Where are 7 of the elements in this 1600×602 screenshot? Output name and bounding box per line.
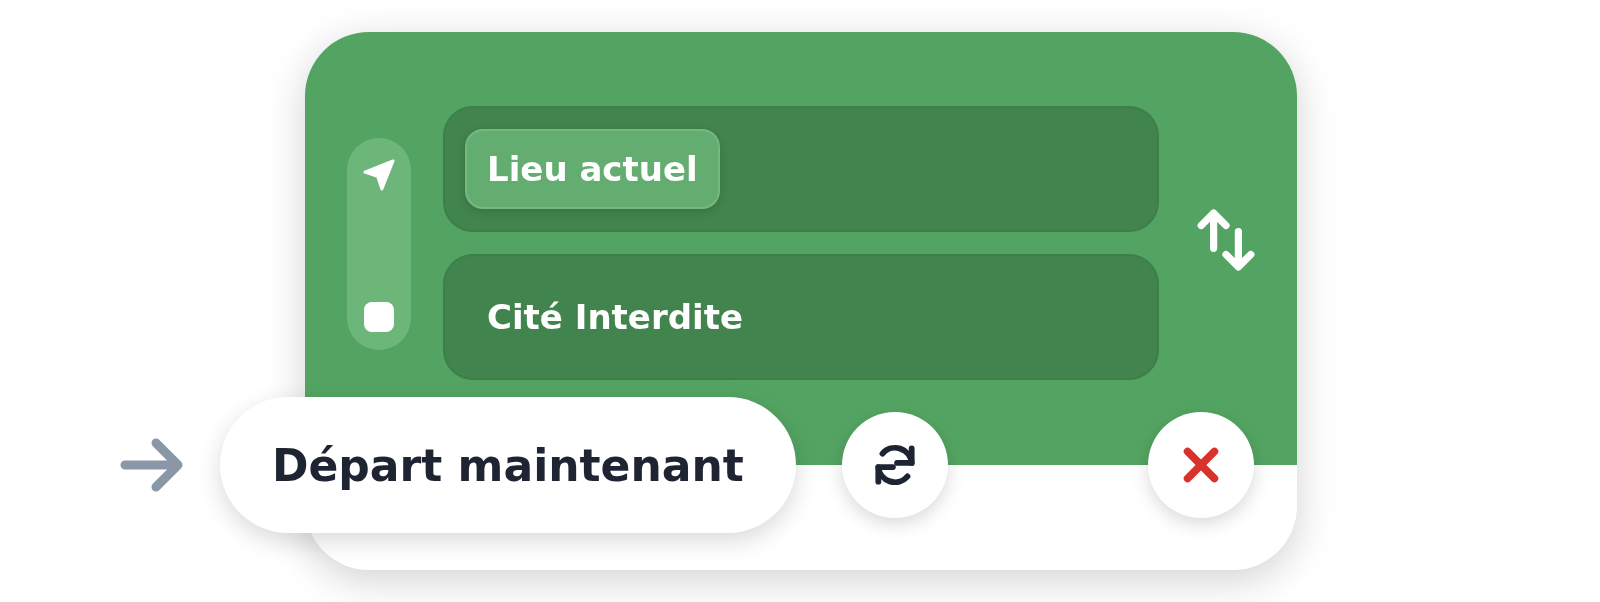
navigation-arrow-icon [362,158,396,192]
location-chip[interactable]: Lieu actuel [465,129,720,209]
departure-time-button[interactable]: Départ maintenant [220,397,796,533]
swap-icon[interactable] [1195,206,1257,274]
location-field[interactable]: Lieu actuel [443,106,1159,232]
location-text: Cité Interdite [486,297,743,337]
location-field[interactable]: Cité Interdite [443,254,1159,380]
